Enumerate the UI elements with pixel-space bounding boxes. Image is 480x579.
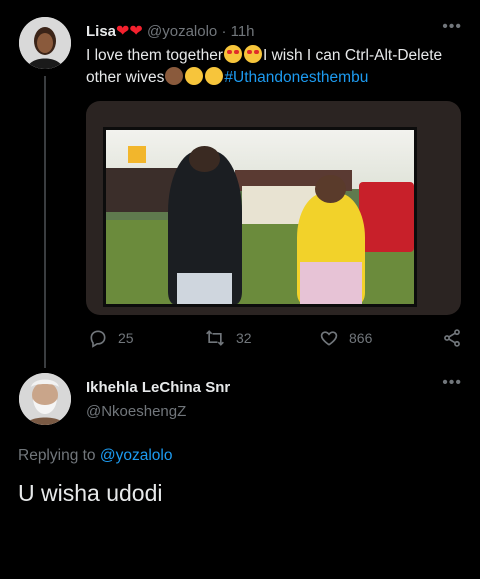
heart-emoji-icon: ❤ (129, 23, 143, 40)
tweet-media-photo[interactable] (86, 101, 461, 315)
tv-scene (106, 130, 414, 304)
like-button[interactable]: 866 (319, 328, 372, 348)
heart-icon (319, 328, 339, 348)
user-handle[interactable]: @yozalolo (147, 23, 217, 40)
laughing-emoji-icon (185, 67, 204, 85)
see-no-evil-monkey-emoji-icon (165, 67, 184, 85)
display-name[interactable]: Lisa (86, 23, 116, 40)
separator-dot: · (221, 23, 227, 40)
heart-emoji-icon: ❤ (116, 23, 130, 40)
avatar-lisa-image (19, 17, 71, 69)
tweet-header: Lisa❤❤ @yozalolo · 11h (86, 21, 255, 41)
retweet-button[interactable]: 32 (204, 328, 252, 348)
like-count: 866 (349, 330, 373, 346)
tweet-text-part1: I love them together (86, 47, 223, 64)
more-options-icon[interactable]: ••• (442, 18, 462, 36)
avatar-ikhehla[interactable] (19, 373, 71, 425)
avatar-lisa[interactable] (19, 17, 71, 69)
tweet-time[interactable]: 11h (231, 23, 255, 40)
tweet-actions: 25 32 866 (86, 328, 461, 348)
reply-count: 25 (118, 330, 134, 346)
laughing-emoji-icon (205, 67, 224, 85)
more-options-icon[interactable]: ••• (442, 374, 462, 392)
thread-connector-line (44, 76, 46, 368)
tv-screen (103, 127, 417, 307)
replying-to: Replying to @yozalolo (18, 447, 172, 465)
reply-button[interactable]: 25 (88, 328, 134, 348)
reply-tweet-text: U wisha udodi (18, 480, 163, 506)
heart-eyes-emoji-icon (244, 45, 262, 63)
reply-icon (88, 328, 108, 348)
retweet-count: 32 (236, 330, 252, 346)
tweet-text: I love them together I wish I can Ctrl-Al… (86, 45, 466, 89)
retweet-icon (204, 328, 226, 348)
heart-eyes-emoji-icon (224, 45, 242, 63)
share-button[interactable] (442, 328, 462, 348)
hashtag-link[interactable]: #Uthandonesthembu (224, 69, 368, 86)
replying-to-label: Replying to (18, 447, 96, 464)
replying-to-handle[interactable]: @yozalolo (100, 447, 173, 464)
reply-user-handle[interactable]: @NkoeshengZ (86, 403, 186, 420)
share-icon (442, 328, 462, 348)
avatar-ikhehla-image (19, 373, 71, 425)
reply-display-name[interactable]: Ikhehla LeChina Snr (86, 379, 230, 396)
